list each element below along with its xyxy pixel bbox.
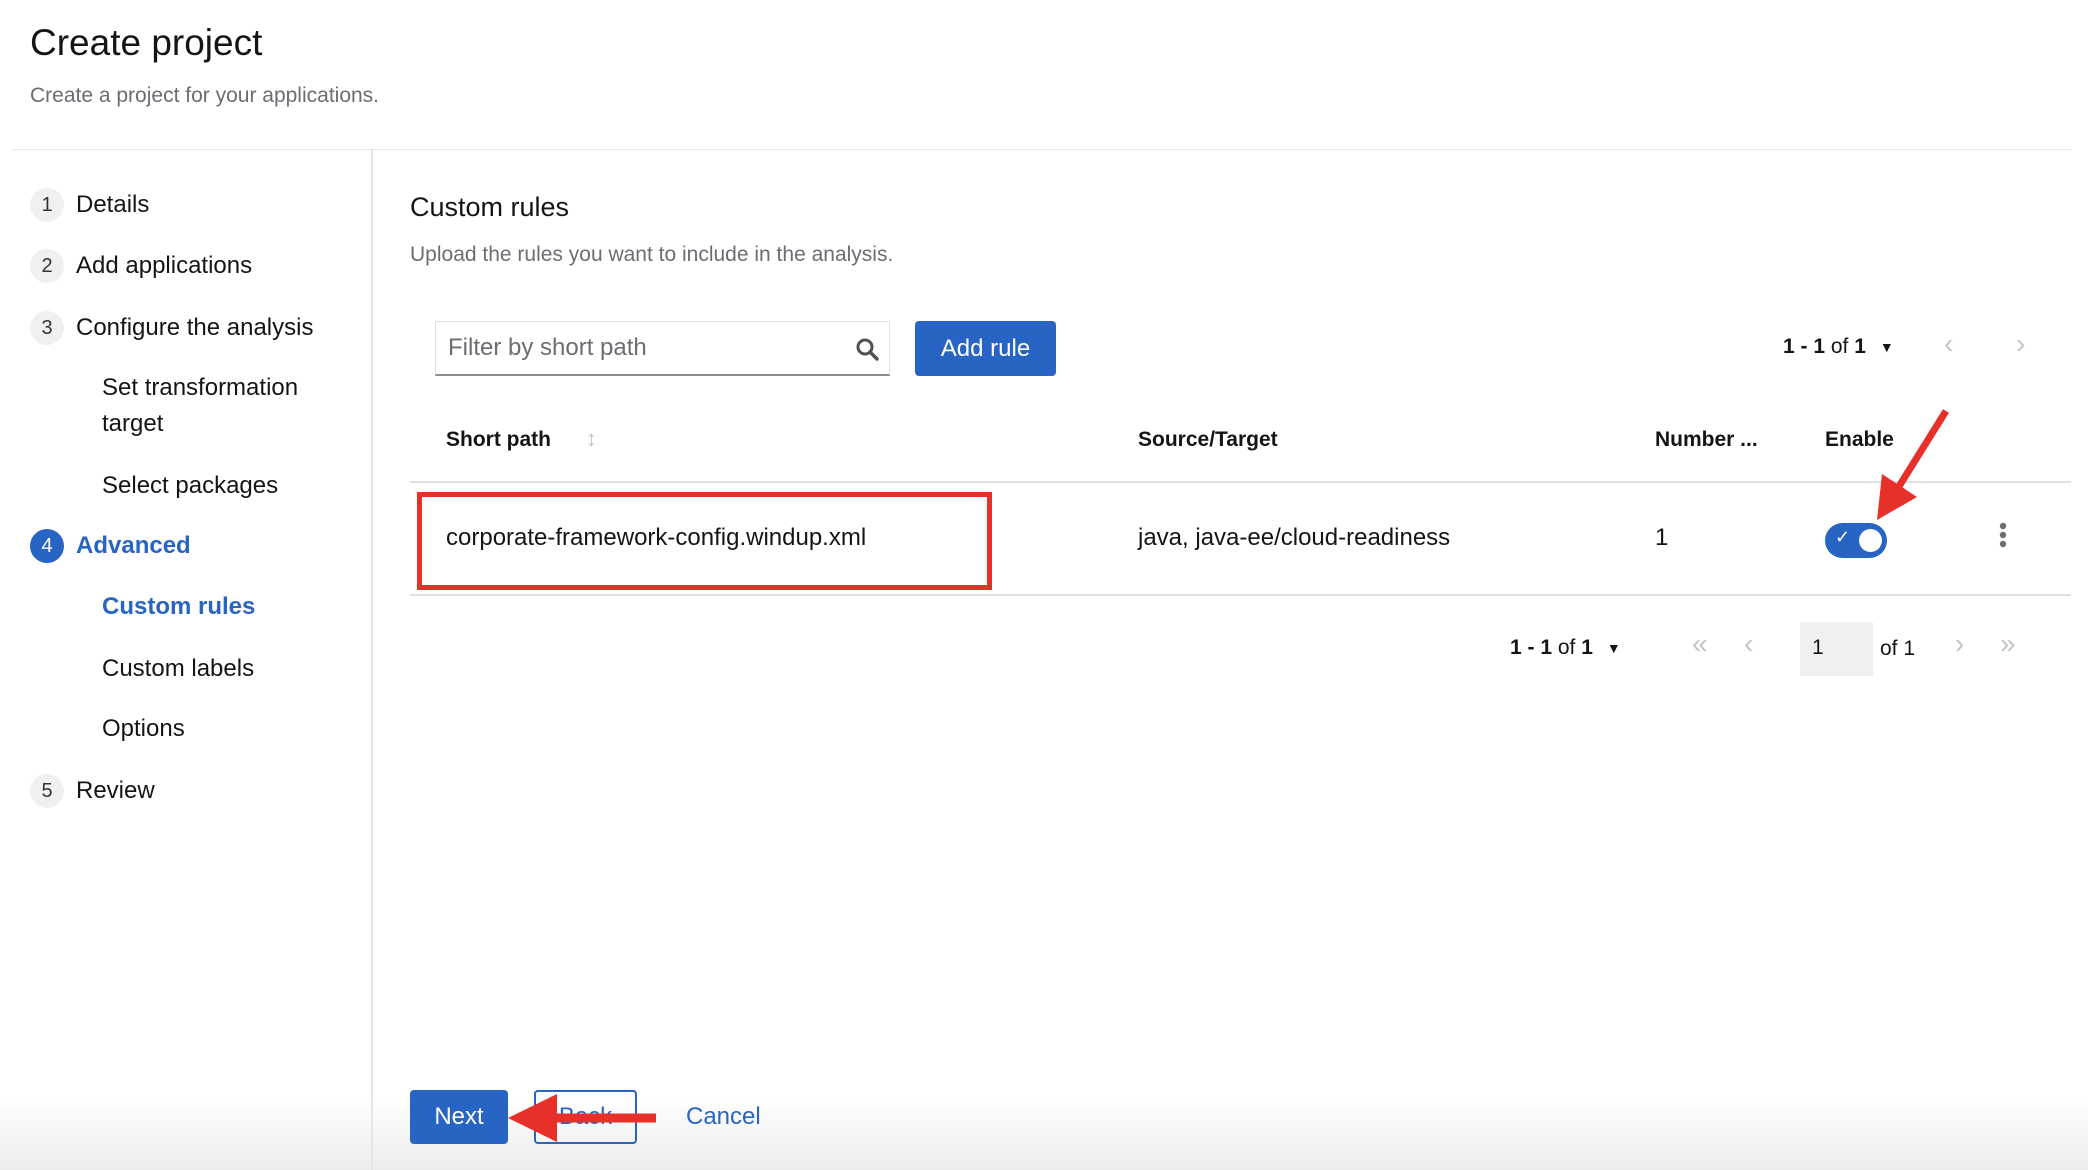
wizard-substep-custom-labels[interactable]: Custom labels — [102, 651, 254, 687]
wizard-substep-options[interactable]: Options — [102, 711, 185, 747]
pagination-bottom-toggle[interactable]: 1 - 1 of 1 ▼ — [1510, 636, 1621, 660]
step-label: Add applications — [76, 252, 253, 279]
step-number: 5 — [30, 774, 64, 808]
section-title: Custom rules — [410, 192, 570, 222]
highlight-box — [417, 492, 992, 590]
page-title: Create project — [30, 22, 263, 63]
column-header-source-target[interactable]: Source/Target — [1138, 428, 1278, 452]
next-page-icon[interactable]: › — [1955, 628, 1964, 660]
step-number: 2 — [30, 249, 64, 283]
search-placeholder: Filter by short path — [448, 334, 647, 361]
pagination-of: of — [1557, 636, 1576, 659]
wizard-step-configure-analysis[interactable]: 3 Configure the analysis — [30, 311, 313, 345]
pagination-range: 1 - 1 — [1783, 335, 1826, 358]
sidebar-divider — [371, 150, 373, 1170]
step-label: Review — [76, 777, 155, 804]
step-number: 4 — [30, 529, 64, 563]
cell-number: 1 — [1655, 524, 1669, 551]
first-page-icon[interactable]: « — [1692, 628, 1708, 660]
pagination-top-toggle[interactable]: 1 - 1 of 1 ▼ — [1783, 335, 1894, 359]
search-icon[interactable] — [855, 337, 879, 361]
pagination-total: 1 — [1581, 636, 1593, 659]
step-number: 3 — [30, 311, 64, 345]
search-input[interactable]: Filter by short path — [435, 321, 890, 376]
table-row-divider — [410, 594, 2071, 596]
last-page-icon[interactable]: » — [2000, 628, 2016, 660]
pagination-total: 1 — [1854, 335, 1866, 358]
column-header-number[interactable]: Number ... — [1655, 428, 1758, 452]
page — [12, 0, 2072, 1162]
wizard-substep-select-packages[interactable]: Select packages — [102, 468, 278, 504]
step-number: 1 — [30, 188, 64, 222]
page-subtitle: Create a project for your applications. — [30, 84, 380, 107]
page-of-total: of 1 — [1880, 637, 1916, 660]
pagination-range: 1 - 1 — [1510, 636, 1553, 659]
column-header-short-path[interactable]: Short path — [446, 428, 551, 452]
next-button[interactable]: Next — [410, 1090, 508, 1144]
sort-icon[interactable]: ↕ — [586, 426, 597, 452]
next-page-icon[interactable]: › — [2016, 328, 2025, 360]
step-label: Advanced — [76, 532, 191, 559]
step-label: Details — [76, 191, 150, 218]
back-button[interactable]: Back — [534, 1090, 637, 1144]
wizard-substep-custom-rules[interactable]: Custom rules — [102, 589, 255, 625]
wizard-step-advanced[interactable]: 4 Advanced — [30, 529, 191, 563]
wizard-substep-set-transformation-target[interactable]: Set transformation target — [102, 370, 342, 442]
add-rule-button[interactable]: Add rule — [915, 321, 1056, 376]
column-header-enable[interactable]: Enable — [1825, 428, 1894, 452]
table-header-divider — [410, 481, 2071, 483]
wizard-step-review[interactable]: 5 Review — [30, 774, 155, 808]
toggle-knob — [1859, 529, 1882, 552]
kebab-menu-icon[interactable] — [1996, 522, 2010, 550]
caret-down-icon: ▼ — [1606, 640, 1621, 656]
wizard-step-add-applications[interactable]: 2 Add applications — [30, 249, 252, 283]
wizard-step-details[interactable]: 1 Details — [30, 188, 149, 222]
check-icon: ✓ — [1835, 527, 1851, 547]
pagination-of: of — [1830, 335, 1849, 358]
cell-source-target: java, java-ee/cloud-readiness — [1138, 524, 1451, 551]
header-divider — [12, 149, 2072, 150]
page-number-input[interactable]: 1 — [1800, 622, 1873, 676]
cancel-button[interactable]: Cancel — [686, 1103, 761, 1131]
step-label: Configure the analysis — [76, 314, 314, 341]
caret-down-icon: ▼ — [1879, 339, 1894, 355]
enable-toggle[interactable]: ✓ — [1825, 523, 1887, 558]
footer-band — [0, 1100, 2088, 1170]
previous-page-icon[interactable]: ‹ — [1744, 628, 1753, 660]
previous-page-icon[interactable]: ‹ — [1944, 328, 1953, 360]
section-description: Upload the rules you want to include in … — [410, 243, 894, 266]
